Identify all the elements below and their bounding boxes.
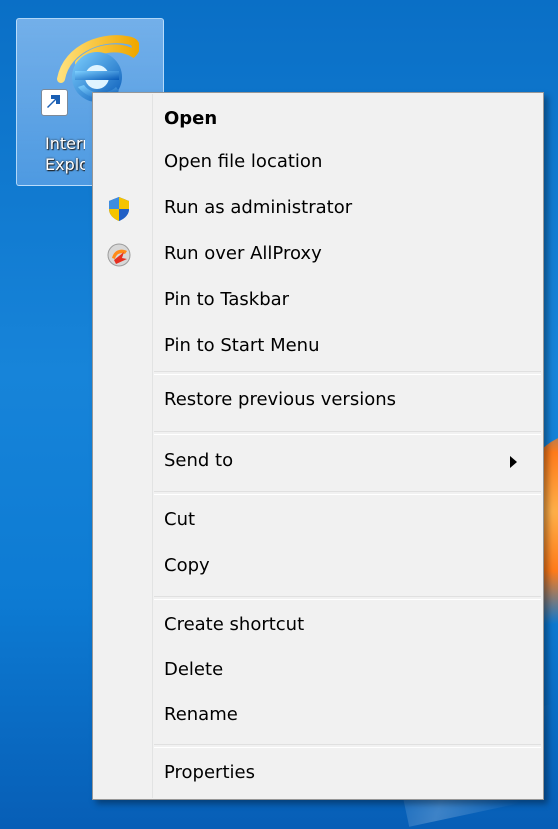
menu-item-label: Copy <box>164 555 210 576</box>
menu-item-label: Pin to Start Menu <box>164 335 320 356</box>
menu-item-rename[interactable]: Rename <box>93 693 543 739</box>
menu-separator <box>154 596 541 600</box>
menu-item-run-as-administrator[interactable]: Run as administrator <box>93 186 543 232</box>
menu-item-label: Create shortcut <box>164 614 305 635</box>
menu-item-label: Run as administrator <box>164 197 353 218</box>
menu-item-label: Delete <box>164 659 224 680</box>
menu-item-properties[interactable]: Properties <box>93 751 543 797</box>
menu-item-cut[interactable]: Cut <box>93 498 543 544</box>
menu-item-label: Rename <box>164 704 238 725</box>
menu-item-label: Open file location <box>164 151 323 172</box>
menu-separator <box>154 431 541 435</box>
menu-item-pin-to-start-menu[interactable]: Pin to Start Menu <box>93 324 543 370</box>
menu-item-label: Properties <box>164 762 255 783</box>
desktop-icon-label-line-1: Internet <box>45 134 85 153</box>
submenu-arrow-icon <box>510 456 517 468</box>
uac-shield-icon <box>109 197 129 221</box>
menu-item-label: Pin to Taskbar <box>164 289 290 310</box>
menu-item-open[interactable]: Open <box>93 97 543 143</box>
allproxy-icon <box>107 243 131 267</box>
menu-item-label: Send to <box>164 450 234 471</box>
context-menu: Open Open file location Run as administr… <box>92 92 544 800</box>
menu-item-run-over-allproxy[interactable]: Run over AllProxy <box>93 232 543 278</box>
desktop-icon-label: Internet Explorer <box>45 133 85 175</box>
menu-item-label: Open <box>164 108 218 129</box>
menu-item-label: Restore previous versions <box>164 389 397 410</box>
menu-item-restore-previous-versions[interactable]: Restore previous versions <box>93 378 543 424</box>
menu-item-copy[interactable]: Copy <box>93 544 543 590</box>
menu-item-label: Cut <box>164 509 196 530</box>
menu-item-label: Run over AllProxy <box>164 243 322 264</box>
menu-item-pin-to-taskbar[interactable]: Pin to Taskbar <box>93 278 543 324</box>
menu-separator <box>154 371 541 375</box>
desktop-icon-label-line-2: Explorer <box>45 155 85 174</box>
menu-separator <box>154 744 541 748</box>
menu-item-delete[interactable]: Delete <box>93 648 543 694</box>
menu-item-create-shortcut[interactable]: Create shortcut <box>93 603 543 649</box>
menu-item-open-file-location[interactable]: Open file location <box>93 140 543 186</box>
shortcut-overlay-icon <box>41 89 68 116</box>
menu-separator <box>154 491 541 495</box>
menu-item-send-to[interactable]: Send to <box>93 439 543 485</box>
